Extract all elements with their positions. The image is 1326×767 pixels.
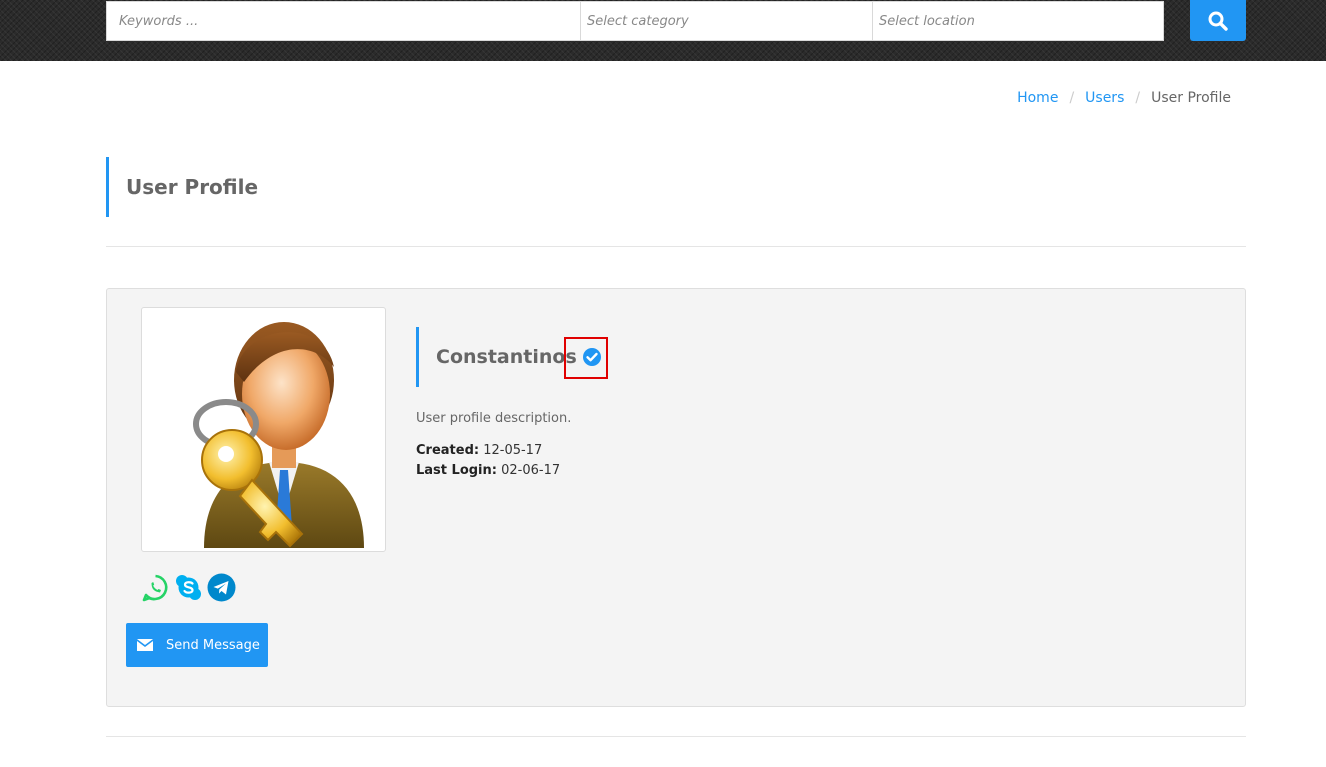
- envelope-icon: [137, 639, 153, 651]
- user-with-key-avatar: [192, 321, 364, 548]
- breadcrumb-separator: /: [1135, 90, 1141, 106]
- created-row: Created: 12-05-17: [416, 443, 542, 458]
- breadcrumb-home-link[interactable]: Home: [1017, 90, 1058, 106]
- keywords-input[interactable]: [107, 2, 580, 40]
- breadcrumb: Home / Users / User Profile: [1017, 90, 1231, 106]
- last-login-row: Last Login: 02-06-17: [416, 463, 560, 478]
- telegram-icon[interactable]: [207, 573, 236, 602]
- skype-icon[interactable]: [174, 573, 203, 602]
- divider: [106, 736, 1246, 737]
- created-label: Created:: [416, 443, 480, 458]
- divider: [106, 246, 1246, 247]
- send-message-label: Send Message: [166, 637, 260, 653]
- whatsapp-icon[interactable]: [141, 573, 170, 602]
- location-select[interactable]: [872, 2, 1163, 40]
- search-icon: [1208, 11, 1228, 31]
- search-button[interactable]: [1190, 0, 1246, 41]
- verified-icon-highlight-box: [564, 337, 608, 379]
- top-search-bar: [0, 0, 1326, 61]
- search-form: [106, 1, 1164, 41]
- breadcrumb-users-link[interactable]: Users: [1085, 90, 1124, 106]
- category-select[interactable]: [580, 2, 872, 40]
- profile-name: Constantinos: [436, 346, 577, 368]
- social-links: [141, 573, 236, 602]
- created-value: 12-05-17: [483, 443, 543, 458]
- breadcrumb-separator: /: [1069, 90, 1075, 106]
- profile-description: User profile description.: [416, 411, 572, 426]
- page-title-block: User Profile: [106, 157, 258, 217]
- page-title: User Profile: [126, 175, 259, 199]
- last-login-value: 02-06-17: [501, 463, 561, 478]
- profile-card: Send Message Constantinos User profile d…: [106, 288, 1246, 707]
- last-login-label: Last Login:: [416, 463, 497, 478]
- breadcrumb-current: User Profile: [1151, 90, 1231, 106]
- send-message-button[interactable]: Send Message: [126, 623, 268, 667]
- avatar: [141, 307, 386, 552]
